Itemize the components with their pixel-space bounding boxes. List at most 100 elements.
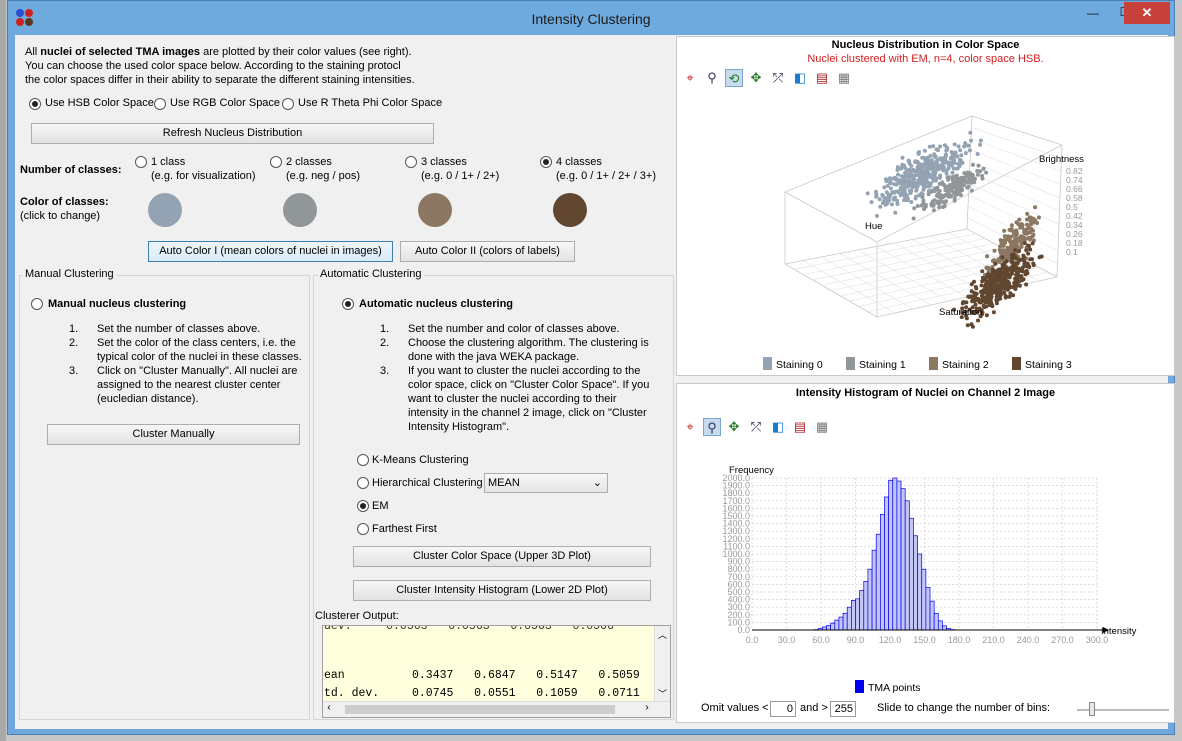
legend-swatch-0	[763, 357, 772, 370]
automatic-clustering-label[interactable]: Automatic nucleus clustering	[359, 298, 513, 310]
class-color-swatch-1[interactable]	[283, 193, 317, 227]
intensity-histogram-chart[interactable]: 0.0 30.0 60.0 90.0 120.0 150.0 180.0 210.0 240.0…	[677, 460, 1174, 670]
histogram-bar	[929, 600, 935, 631]
pan-icon[interactable]: ✥	[725, 418, 743, 436]
omit-max-input[interactable]: 255	[830, 701, 856, 717]
automatic-step-1: 1. Set the number and color of classes ab…	[380, 323, 620, 335]
em-label[interactable]: EM	[372, 500, 389, 512]
automatic-clustering-title: Automatic Clustering	[318, 268, 424, 280]
radio-hierarchical[interactable]	[357, 477, 369, 489]
class-1-label[interactable]: 1 class	[151, 156, 185, 168]
class-2-label[interactable]: 2 classes	[286, 156, 332, 168]
manual-clustering-label[interactable]: Manual nucleus clustering	[48, 298, 186, 310]
export-icon[interactable]: ▤	[813, 69, 831, 87]
omit-min-input[interactable]: 0	[770, 701, 796, 717]
farthest-first-label[interactable]: Farthest First	[372, 523, 437, 535]
intro-line-1: All nuclei of selected TMA images are pl…	[25, 46, 412, 58]
cluster-intensity-histogram-button[interactable]: Cluster Intensity Histogram (Lower 2D Pl…	[353, 580, 651, 601]
omit-values-label: Omit values <	[701, 702, 769, 714]
hierarchical-label[interactable]: Hierarchical Clustering	[372, 477, 483, 489]
histogram-bar	[884, 496, 889, 631]
minimize-button[interactable]: —	[1078, 2, 1108, 24]
x-tick-label: 0.0	[746, 635, 759, 645]
radio-manual-clustering[interactable]	[31, 298, 43, 310]
output-row-stddev: td. dev.	[324, 687, 380, 700]
zoom-icon[interactable]: ⚲	[703, 418, 721, 436]
radio-2-classes[interactable]	[270, 156, 282, 168]
chevron-left-icon[interactable]: ‹	[326, 703, 332, 714]
color-space-3d-plot[interactable]: BrightnessHueSaturation0.820.740.660.580…	[677, 92, 1174, 352]
rotate-icon[interactable]: ⟲	[725, 69, 743, 87]
y-axis-label: Frequency	[729, 465, 774, 476]
histogram-bar	[871, 549, 877, 631]
output-horizontal-scrollbar[interactable]: ‹ ›	[323, 701, 670, 717]
radio-r-theta-phi[interactable]	[282, 98, 294, 110]
output-vertical-scrollbar[interactable]: ︿ ﹀	[654, 626, 670, 702]
bins-slider-knob[interactable]	[1089, 702, 1095, 716]
close-button[interactable]: ✕	[1124, 2, 1170, 24]
axis-label-brightness: Brightness	[1039, 154, 1084, 165]
radio-3-classes[interactable]	[405, 156, 417, 168]
clusterer-output-textarea[interactable]: dev. 0.0563 0.0563 0.0563 0.0566 ean 0.3…	[322, 625, 671, 718]
histogram-bar	[917, 553, 923, 631]
radio-r-theta-phi-label[interactable]: Use R Theta Phi Color Space	[298, 97, 442, 109]
kmeans-label[interactable]: K-Means Clustering	[372, 454, 469, 466]
scale-icon[interactable]: ⤱	[747, 418, 765, 436]
export-icon[interactable]: ▤	[791, 418, 809, 436]
legend-staining-3: Staining 3	[1012, 357, 1072, 371]
radio-kmeans[interactable]	[357, 454, 369, 466]
radio-1-class[interactable]	[135, 156, 147, 168]
auto-color-1-button[interactable]: Auto Color I (mean colors of nuclei in i…	[148, 241, 393, 262]
scroll-thumb[interactable]	[345, 705, 615, 714]
chevron-right-icon[interactable]: ›	[644, 703, 650, 714]
zoom-select-icon[interactable]: ⌖	[681, 69, 699, 87]
radio-4-classes[interactable]	[540, 156, 552, 168]
copy-icon[interactable]: ◧	[791, 69, 809, 87]
scale-icon[interactable]: ⤱	[769, 69, 787, 87]
x-tick-label: 30.0	[778, 635, 796, 645]
class-3-label[interactable]: 3 classes	[421, 156, 467, 168]
histogram-legend: TMA points	[855, 680, 921, 694]
class-4-label[interactable]: 4 classes	[556, 156, 602, 168]
histogram-bar	[888, 479, 894, 631]
class-color-swatch-3[interactable]	[553, 193, 587, 227]
linkage-select[interactable]: MEAN ⌄	[484, 473, 608, 493]
histogram-bar	[879, 514, 885, 631]
plot3d-subtitle: Nuclei clustered with EM, n=4, color spa…	[807, 53, 1044, 65]
intro-line-2: You can choose the used color space belo…	[25, 60, 401, 72]
legend-staining-1: Staining 1	[846, 357, 906, 371]
x-tick-label: 120.0	[879, 635, 902, 645]
automatic-step-3: 3. If you want to cluster the nuclei acco…	[380, 365, 650, 433]
radio-hsb-label[interactable]: Use HSB Color Space	[45, 97, 154, 109]
histogram-bar	[838, 616, 844, 631]
histogram-bar	[826, 625, 832, 631]
x-tick-label: 240.0	[1017, 635, 1040, 645]
histogram-bar	[908, 517, 914, 631]
histogram-bar	[900, 488, 906, 631]
grid-icon[interactable]: ▦	[835, 69, 853, 87]
radio-automatic-clustering[interactable]	[342, 298, 354, 310]
radio-rgb[interactable]	[154, 98, 166, 110]
histogram-bar	[834, 619, 840, 631]
class-color-swatch-0[interactable]	[148, 193, 182, 227]
cluster-manually-button[interactable]: Cluster Manually	[47, 424, 300, 445]
refresh-nucleus-distribution-button[interactable]: Refresh Nucleus Distribution	[31, 123, 434, 144]
class-color-swatch-2[interactable]	[418, 193, 452, 227]
pan-icon[interactable]: ✥	[747, 69, 765, 87]
title-bar[interactable]: Intensity Clustering — ☐ ✕	[8, 1, 1174, 35]
radio-em[interactable]	[357, 500, 369, 512]
cluster-color-space-button[interactable]: Cluster Color Space (Upper 3D Plot)	[353, 546, 651, 567]
radio-rgb-label[interactable]: Use RGB Color Space	[170, 97, 280, 109]
histogram-bar	[913, 535, 918, 631]
radio-hsb[interactable]	[29, 98, 41, 110]
class-3-example: (e.g. 0 / 1+ / 2+)	[421, 170, 500, 182]
chevron-down-icon[interactable]: ﹀	[658, 687, 667, 700]
auto-color-2-button[interactable]: Auto Color II (colors of labels)	[400, 241, 575, 262]
grid-icon[interactable]: ▦	[813, 418, 831, 436]
chevron-up-icon[interactable]: ︿	[658, 628, 667, 641]
zoom-icon[interactable]: ⚲	[703, 69, 721, 87]
zoom-select-icon[interactable]: ⌖	[681, 418, 699, 436]
copy-icon[interactable]: ◧	[769, 418, 787, 436]
radio-farthest-first[interactable]	[357, 523, 369, 535]
histogram-bar	[942, 625, 947, 631]
